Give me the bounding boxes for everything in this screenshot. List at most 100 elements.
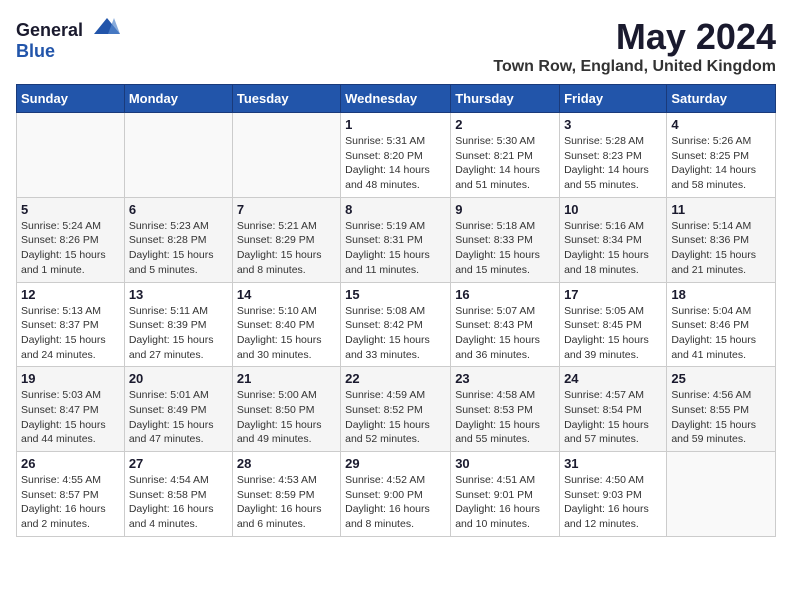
day-detail: Sunrise: 5:28 AM Sunset: 8:23 PM Dayligh… bbox=[564, 134, 662, 193]
header: General Blue May 2024 Town Row, England,… bbox=[16, 16, 776, 76]
calendar-cell: 20 Sunrise: 5:01 AM Sunset: 8:49 PM Dayli… bbox=[124, 367, 232, 452]
day-detail: Sunrise: 4:57 AM Sunset: 8:54 PM Dayligh… bbox=[564, 388, 662, 447]
day-detail: Sunrise: 5:03 AM Sunset: 8:47 PM Dayligh… bbox=[21, 388, 120, 447]
day-number: 6 bbox=[129, 202, 228, 217]
calendar-cell: 9 Sunrise: 5:18 AM Sunset: 8:33 PM Daylig… bbox=[451, 197, 560, 282]
day-detail: Sunrise: 5:11 AM Sunset: 8:39 PM Dayligh… bbox=[129, 304, 228, 363]
calendar-week-row: 19 Sunrise: 5:03 AM Sunset: 8:47 PM Dayli… bbox=[17, 367, 776, 452]
calendar-cell: 21Sunrise: 5:00 AM Sunset: 8:50 PM Dayli… bbox=[232, 367, 340, 452]
day-number: 28 bbox=[237, 456, 336, 471]
day-detail: Sunrise: 5:04 AM Sunset: 8:46 PM Dayligh… bbox=[671, 304, 771, 363]
day-number: 1 bbox=[345, 117, 446, 132]
day-detail: Sunrise: 4:56 AM Sunset: 8:55 PM Dayligh… bbox=[671, 388, 771, 447]
day-number: 3 bbox=[564, 117, 662, 132]
day-number: 2 bbox=[455, 117, 555, 132]
day-number: 11 bbox=[671, 202, 771, 217]
title-area: May 2024 Town Row, England, United Kingd… bbox=[493, 16, 776, 76]
calendar-cell: 19 Sunrise: 5:03 AM Sunset: 8:47 PM Dayli… bbox=[17, 367, 125, 452]
day-detail: Sunrise: 5:13 AM Sunset: 8:37 PM Dayligh… bbox=[21, 304, 120, 363]
day-detail: Sunrise: 4:50 AM Sunset: 9:03 PM Dayligh… bbox=[564, 473, 662, 532]
calendar-cell: 13 Sunrise: 5:11 AM Sunset: 8:39 PM Dayli… bbox=[124, 282, 232, 367]
calendar-cell: 2 Sunrise: 5:30 AM Sunset: 8:21 PM Daylig… bbox=[451, 113, 560, 198]
day-detail: Sunrise: 4:54 AM Sunset: 8:58 PM Dayligh… bbox=[129, 473, 228, 532]
calendar-cell: 31Sunrise: 4:50 AM Sunset: 9:03 PM Dayli… bbox=[560, 452, 667, 537]
day-number: 18 bbox=[671, 287, 771, 302]
calendar-cell: 30 Sunrise: 4:51 AM Sunset: 9:01 PM Dayli… bbox=[451, 452, 560, 537]
day-number: 23 bbox=[455, 371, 555, 386]
calendar-week-row: 5Sunrise: 5:24 AM Sunset: 8:26 PM Daylig… bbox=[17, 197, 776, 282]
calendar-cell: 8 Sunrise: 5:19 AM Sunset: 8:31 PM Daylig… bbox=[341, 197, 451, 282]
calendar-cell: 26Sunrise: 4:55 AM Sunset: 8:57 PM Dayli… bbox=[17, 452, 125, 537]
day-detail: Sunrise: 5:23 AM Sunset: 8:28 PM Dayligh… bbox=[129, 219, 228, 278]
day-detail: Sunrise: 5:07 AM Sunset: 8:43 PM Dayligh… bbox=[455, 304, 555, 363]
calendar-cell: 5Sunrise: 5:24 AM Sunset: 8:26 PM Daylig… bbox=[17, 197, 125, 282]
day-detail: Sunrise: 5:16 AM Sunset: 8:34 PM Dayligh… bbox=[564, 219, 662, 278]
calendar-cell: 1 Sunrise: 5:31 AM Sunset: 8:20 PM Daylig… bbox=[341, 113, 451, 198]
calendar-cell: 12 Sunrise: 5:13 AM Sunset: 8:37 PM Dayli… bbox=[17, 282, 125, 367]
day-detail: Sunrise: 5:14 AM Sunset: 8:36 PM Dayligh… bbox=[671, 219, 771, 278]
calendar-week-row: 26Sunrise: 4:55 AM Sunset: 8:57 PM Dayli… bbox=[17, 452, 776, 537]
day-number: 5 bbox=[21, 202, 120, 217]
calendar-cell: 4 Sunrise: 5:26 AM Sunset: 8:25 PM Daylig… bbox=[667, 113, 776, 198]
calendar-cell: 17 Sunrise: 5:05 AM Sunset: 8:45 PM Dayli… bbox=[560, 282, 667, 367]
day-number: 17 bbox=[564, 287, 662, 302]
day-number: 14 bbox=[237, 287, 336, 302]
day-detail: Sunrise: 5:05 AM Sunset: 8:45 PM Dayligh… bbox=[564, 304, 662, 363]
day-detail: Sunrise: 5:08 AM Sunset: 8:42 PM Dayligh… bbox=[345, 304, 446, 363]
calendar-cell bbox=[232, 113, 340, 198]
day-detail: Sunrise: 5:21 AM Sunset: 8:29 PM Dayligh… bbox=[237, 219, 336, 278]
day-detail: Sunrise: 4:59 AM Sunset: 8:52 PM Dayligh… bbox=[345, 388, 446, 447]
day-detail: Sunrise: 5:01 AM Sunset: 8:49 PM Dayligh… bbox=[129, 388, 228, 447]
logo-blue-text: Blue bbox=[16, 41, 55, 61]
day-detail: Sunrise: 5:31 AM Sunset: 8:20 PM Dayligh… bbox=[345, 134, 446, 193]
day-number: 22 bbox=[345, 371, 446, 386]
weekday-header-sunday: Sunday bbox=[17, 85, 125, 113]
day-detail: Sunrise: 5:18 AM Sunset: 8:33 PM Dayligh… bbox=[455, 219, 555, 278]
calendar-cell: 23Sunrise: 4:58 AM Sunset: 8:53 PM Dayli… bbox=[451, 367, 560, 452]
calendar-cell: 18 Sunrise: 5:04 AM Sunset: 8:46 PM Dayli… bbox=[667, 282, 776, 367]
weekday-header-tuesday: Tuesday bbox=[232, 85, 340, 113]
calendar-cell: 7Sunrise: 5:21 AM Sunset: 8:29 PM Daylig… bbox=[232, 197, 340, 282]
day-number: 4 bbox=[671, 117, 771, 132]
day-detail: Sunrise: 4:55 AM Sunset: 8:57 PM Dayligh… bbox=[21, 473, 120, 532]
calendar-week-row: 12 Sunrise: 5:13 AM Sunset: 8:37 PM Dayli… bbox=[17, 282, 776, 367]
day-detail: Sunrise: 5:10 AM Sunset: 8:40 PM Dayligh… bbox=[237, 304, 336, 363]
logo: General Blue bbox=[16, 16, 122, 62]
weekday-header-thursday: Thursday bbox=[451, 85, 560, 113]
day-detail: Sunrise: 4:51 AM Sunset: 9:01 PM Dayligh… bbox=[455, 473, 555, 532]
day-number: 25 bbox=[671, 371, 771, 386]
calendar-cell: 10 Sunrise: 5:16 AM Sunset: 8:34 PM Dayli… bbox=[560, 197, 667, 282]
day-number: 29 bbox=[345, 456, 446, 471]
day-number: 12 bbox=[21, 287, 120, 302]
day-number: 15 bbox=[345, 287, 446, 302]
day-number: 19 bbox=[21, 371, 120, 386]
calendar-cell bbox=[667, 452, 776, 537]
weekday-header-monday: Monday bbox=[124, 85, 232, 113]
logo-general-text: General bbox=[16, 20, 83, 40]
day-detail: Sunrise: 5:30 AM Sunset: 8:21 PM Dayligh… bbox=[455, 134, 555, 193]
day-detail: Sunrise: 5:19 AM Sunset: 8:31 PM Dayligh… bbox=[345, 219, 446, 278]
calendar-cell: 6 Sunrise: 5:23 AM Sunset: 8:28 PM Daylig… bbox=[124, 197, 232, 282]
day-number: 30 bbox=[455, 456, 555, 471]
day-number: 16 bbox=[455, 287, 555, 302]
day-number: 27 bbox=[129, 456, 228, 471]
day-number: 13 bbox=[129, 287, 228, 302]
calendar-cell: 11 Sunrise: 5:14 AM Sunset: 8:36 PM Dayli… bbox=[667, 197, 776, 282]
main-title: May 2024 bbox=[493, 16, 776, 58]
day-number: 20 bbox=[129, 371, 228, 386]
calendar-cell: 3 Sunrise: 5:28 AM Sunset: 8:23 PM Daylig… bbox=[560, 113, 667, 198]
calendar-cell: 15 Sunrise: 5:08 AM Sunset: 8:42 PM Dayli… bbox=[341, 282, 451, 367]
weekday-header-saturday: Saturday bbox=[667, 85, 776, 113]
day-detail: Sunrise: 5:00 AM Sunset: 8:50 PM Dayligh… bbox=[237, 388, 336, 447]
calendar-cell: 22 Sunrise: 4:59 AM Sunset: 8:52 PM Dayli… bbox=[341, 367, 451, 452]
calendar-cell: 25 Sunrise: 4:56 AM Sunset: 8:55 PM Dayli… bbox=[667, 367, 776, 452]
day-number: 8 bbox=[345, 202, 446, 217]
day-number: 10 bbox=[564, 202, 662, 217]
calendar-cell: 24Sunrise: 4:57 AM Sunset: 8:54 PM Dayli… bbox=[560, 367, 667, 452]
day-detail: Sunrise: 5:26 AM Sunset: 8:25 PM Dayligh… bbox=[671, 134, 771, 193]
day-detail: Sunrise: 4:52 AM Sunset: 9:00 PM Dayligh… bbox=[345, 473, 446, 532]
calendar-cell: 14 Sunrise: 5:10 AM Sunset: 8:40 PM Dayli… bbox=[232, 282, 340, 367]
day-number: 9 bbox=[455, 202, 555, 217]
logo-icon bbox=[92, 16, 122, 36]
calendar-cell: 16 Sunrise: 5:07 AM Sunset: 8:43 PM Dayli… bbox=[451, 282, 560, 367]
